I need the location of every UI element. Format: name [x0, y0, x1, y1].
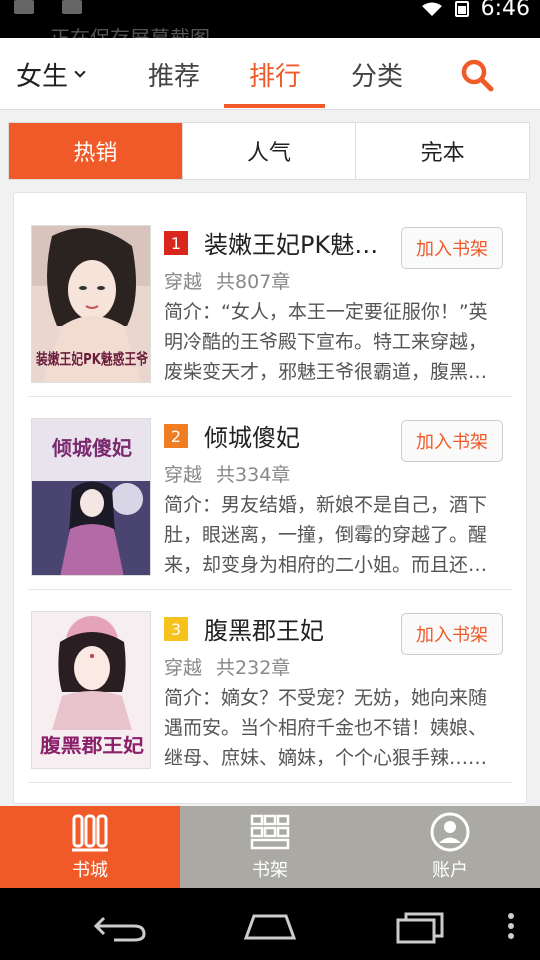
segment-bestseller[interactable]: 热销 — [9, 123, 182, 179]
clock: 6:46 — [480, 0, 530, 21]
book-description: 简介：嫡女？不受宠？无妨，她向来随遇而安。当个相府千金也不错！姨娘、继母、庶妹、… — [164, 687, 488, 769]
gender-selector[interactable]: 女生 — [16, 56, 86, 93]
divider — [28, 782, 512, 783]
notification-icons — [14, 0, 82, 18]
cover-title-text: 装嫩王妃PK魅惑王爷 — [35, 350, 149, 368]
tab-account-label: 账户 — [432, 860, 468, 881]
book-meta: 穿越 共232章 — [164, 653, 290, 680]
segment-completed[interactable]: 完本 — [355, 123, 529, 179]
wifi-icon — [421, 2, 442, 16]
book-cover[interactable]: 装嫩王妃PK魅惑王爷 — [31, 225, 151, 383]
notification-text: 正在保存屏幕截图... — [50, 26, 230, 38]
system-nav-bar — [0, 888, 540, 960]
book-list: 装嫩王妃PK魅惑王爷 1 装嫩王妃PK魅惑王爷 加入书架 穿越 共807章 简介… — [13, 192, 527, 804]
recent-apps-icon[interactable] — [392, 908, 452, 944]
active-tab-indicator — [224, 104, 325, 108]
book-category: 穿越 — [164, 271, 203, 293]
tab-recommend[interactable]: 推荐 — [124, 56, 224, 93]
segment-popular[interactable]: 人气 — [181, 123, 356, 179]
book-chapters: 共334章 — [216, 464, 291, 486]
book-title[interactable]: 腹黑郡王妃 — [204, 611, 400, 646]
cover-title-text: 倾城傻妃 — [51, 436, 132, 460]
battery-icon — [454, 1, 469, 17]
book-cover[interactable]: 倾城傻妃 — [31, 418, 151, 576]
add-to-shelf-button[interactable]: 加入书架 — [401, 613, 503, 655]
book-meta: 穿越 共807章 — [164, 267, 290, 294]
rank-badge: 3 — [164, 617, 188, 641]
book-description: 简介：“女人，本王一定要征服你！”英明冷酷的王爷殿下宣布。特工来穿越，废柴变天才… — [164, 301, 488, 383]
chevron-down-icon — [74, 65, 86, 78]
bookshelf-icon — [250, 814, 290, 850]
add-to-shelf-button[interactable]: 加入书架 — [401, 227, 503, 269]
status-bar: 正在保存屏幕截图... 6:46 — [0, 0, 540, 38]
status-right: 6:46 — [421, 0, 530, 21]
add-to-shelf-button[interactable]: 加入书架 — [401, 420, 503, 462]
book-chapters: 共807章 — [216, 271, 291, 293]
book-title[interactable]: 倾城傻妃 — [204, 418, 400, 453]
download-icon — [62, 0, 82, 14]
ranking-segment-control: 热销 人气 完本 — [8, 122, 530, 180]
rank-badge: 2 — [164, 424, 188, 448]
bookstore-icon — [72, 814, 108, 852]
tab-bookshelf[interactable]: 书架 — [180, 806, 360, 888]
top-nav: 女生 推荐 排行 分类 — [0, 38, 540, 110]
search-icon[interactable] — [460, 58, 494, 92]
book-category: 穿越 — [164, 657, 203, 679]
rank-badge: 1 — [164, 231, 188, 255]
cover-title-text: 腹黑郡王妃 — [39, 734, 144, 757]
book-description: 简介：男友结婚，新娘不是自己，酒下肚，眼迷离，一撞，倒霉的穿越了。醒来，却变身为… — [164, 494, 488, 576]
back-icon[interactable] — [90, 908, 150, 944]
list-item[interactable]: 倾城傻妃 2 倾城傻妃 加入书架 穿越 共334章 简介：男友结婚，新娘不是自己… — [14, 386, 528, 579]
tab-category[interactable]: 分类 — [327, 56, 427, 93]
bottom-tab-bar: 书城 书架 账户 — [0, 806, 540, 888]
image-notification-icon — [14, 0, 34, 14]
tab-account[interactable]: 账户 — [360, 806, 540, 888]
home-icon[interactable] — [240, 908, 300, 944]
book-category: 穿越 — [164, 464, 203, 486]
tab-bookshelf-label: 书架 — [252, 860, 288, 881]
list-item[interactable]: 装嫩王妃PK魅惑王爷 1 装嫩王妃PK魅惑王爷 加入书架 穿越 共807章 简介… — [14, 193, 528, 386]
gender-label: 女生 — [16, 62, 69, 92]
book-meta: 穿越 共334章 — [164, 460, 290, 487]
account-icon — [430, 812, 470, 852]
book-cover[interactable]: 腹黑郡王妃 — [31, 611, 151, 769]
book-title[interactable]: 装嫩王妃PK魅惑王爷 — [204, 225, 400, 260]
tab-bookstore[interactable]: 书城 — [0, 806, 180, 888]
overflow-menu-icon[interactable] — [496, 908, 526, 944]
list-item[interactable]: 腹黑郡王妃 3 腹黑郡王妃 加入书架 穿越 共232章 简介：嫡女？不受宠？无妨… — [14, 579, 528, 772]
book-chapters: 共232章 — [216, 657, 291, 679]
tab-bookstore-label: 书城 — [72, 860, 108, 881]
tab-ranking[interactable]: 排行 — [225, 56, 325, 93]
